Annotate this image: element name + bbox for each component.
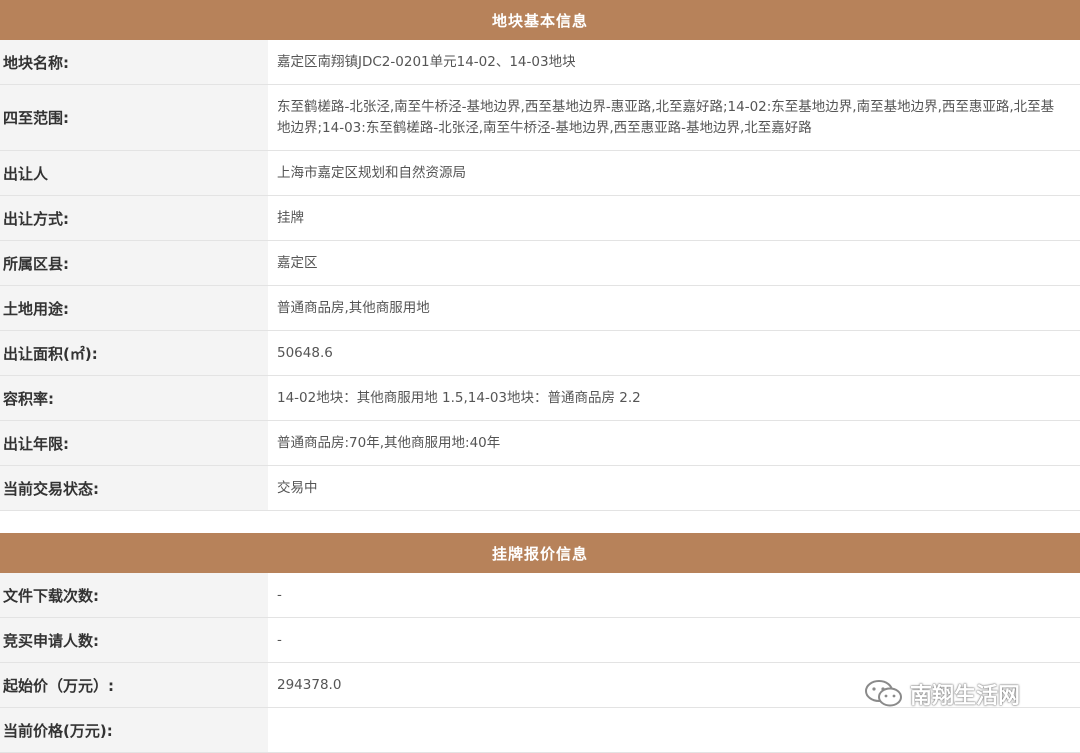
watermark-text: 南翔生活网: [910, 684, 1021, 709]
row-value: 普通商品房:70年,其他商服用地:40年: [277, 434, 501, 451]
row-label: 竞买申请人数:: [0, 618, 268, 662]
row-label: 容积率:: [0, 376, 268, 420]
row-value: -: [277, 586, 282, 603]
info-row-parcel-name: 地块名称: 嘉定区南翔镇JDC2-0201单元14-02、14-03地块: [0, 40, 1080, 85]
row-value: -: [277, 631, 282, 648]
info-row-applicants: 竞买申请人数: -: [0, 618, 1080, 663]
info-row-current-price: 当前价格(万元):: [0, 708, 1080, 753]
info-row-district: 所属区县: 嘉定区: [0, 241, 1080, 286]
row-label: 当前交易状态:: [0, 466, 268, 510]
info-row-plot-ratio: 容积率: 14-02地块：其他商服用地 1.5,14-03地块：普通商品房 2.…: [0, 376, 1080, 421]
land-info-section: 地块基本信息 地块名称: 嘉定区南翔镇JDC2-0201单元14-02、14-0…: [0, 0, 1080, 511]
listing-price-section: 挂牌报价信息 文件下载次数: - 竞买申请人数: - 起始价（万元）: 2943…: [0, 533, 1080, 753]
row-value: 挂牌: [277, 209, 304, 226]
row-label: 出让年限:: [0, 421, 268, 465]
info-row-land-use: 土地用途: 普通商品房,其他商服用地: [0, 286, 1080, 331]
row-value: 普通商品房,其他商服用地: [277, 299, 430, 316]
row-value: 嘉定区: [277, 254, 318, 271]
info-row-boundaries: 四至范围: 东至鹤槎路-北张泾,南至牛桥泾-基地边界,西至基地边界-惠亚路,北至…: [0, 85, 1080, 151]
info-row-downloads: 文件下载次数: -: [0, 573, 1080, 618]
row-label: 土地用途:: [0, 286, 268, 330]
row-label: 出让人: [0, 151, 268, 195]
wechat-icon: [864, 679, 904, 709]
section-header-price-info: 挂牌报价信息: [0, 533, 1080, 573]
info-row-transfer-method: 出让方式: 挂牌: [0, 196, 1080, 241]
info-row-area: 出让面积(㎡): 50648.6: [0, 331, 1080, 376]
section-header-basic-info: 地块基本信息: [0, 0, 1080, 40]
row-value: 交易中: [277, 479, 318, 496]
row-label: 出让方式:: [0, 196, 268, 240]
row-value: 14-02地块：其他商服用地 1.5,14-03地块：普通商品房 2.2: [277, 389, 641, 406]
row-label: 当前价格(万元):: [0, 708, 268, 752]
row-label: 四至范围:: [0, 85, 268, 150]
info-row-status: 当前交易状态: 交易中: [0, 466, 1080, 511]
row-label: 起始价（万元）:: [0, 663, 268, 707]
info-row-term: 出让年限: 普通商品房:70年,其他商服用地:40年: [0, 421, 1080, 466]
row-value: 嘉定区南翔镇JDC2-0201单元14-02、14-03地块: [277, 53, 576, 70]
row-value: 50648.6: [277, 344, 333, 361]
row-value: 东至鹤槎路-北张泾,南至牛桥泾-基地边界,西至基地边界-惠亚路,北至嘉好路;14…: [277, 98, 1055, 136]
row-label: 文件下载次数:: [0, 573, 268, 617]
row-label: 所属区县:: [0, 241, 268, 285]
info-row-transferor: 出让人 上海市嘉定区规划和自然资源局: [0, 151, 1080, 196]
row-value: 上海市嘉定区规划和自然资源局: [277, 164, 466, 181]
row-label: 出让面积(㎡):: [0, 331, 268, 375]
row-value: [268, 708, 1080, 752]
watermark: 南翔生活网: [864, 676, 1020, 712]
row-label: 地块名称:: [0, 40, 268, 84]
